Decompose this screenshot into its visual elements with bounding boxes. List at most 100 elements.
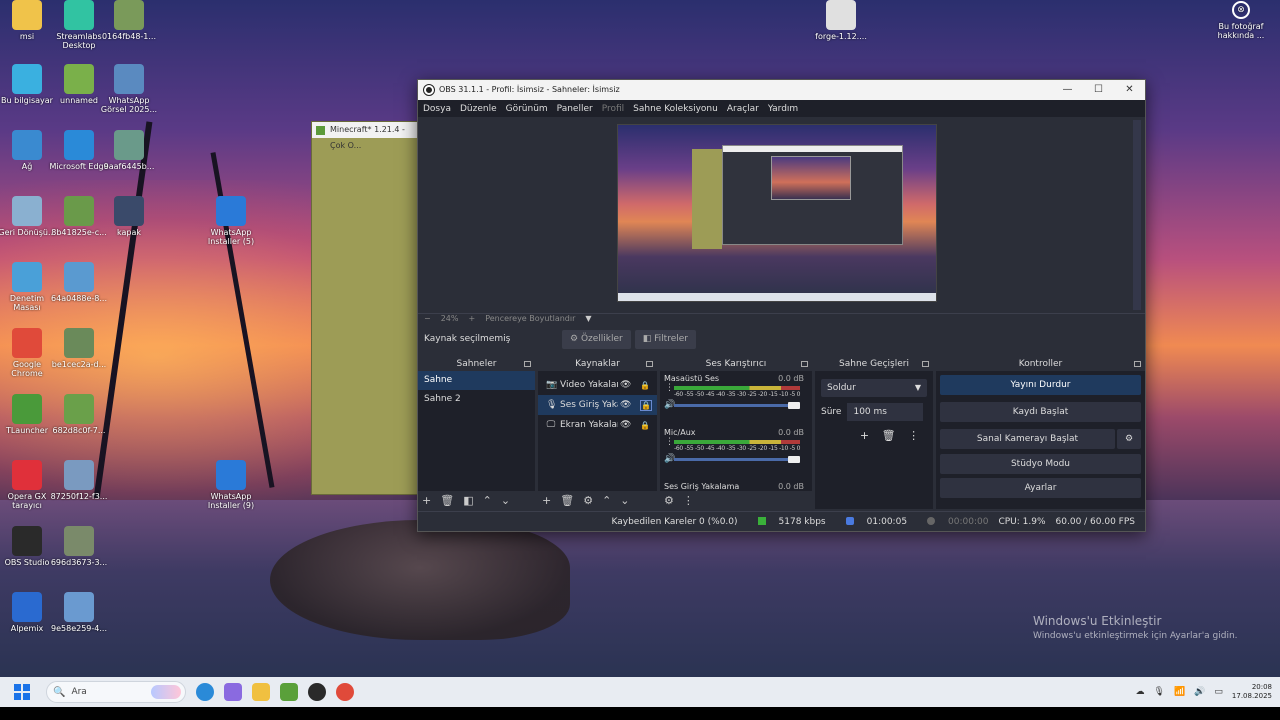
trash-icon[interactable]: 🗑: [882, 429, 896, 442]
clock[interactable]: 20:08 17.08.2025: [1232, 683, 1272, 701]
start-recording-button[interactable]: Kaydı Başlat: [940, 402, 1141, 422]
cloud-icon[interactable]: ☁: [1136, 687, 1145, 697]
add-icon[interactable]: +: [422, 494, 431, 507]
menu-view[interactable]: Görünüm: [506, 104, 548, 114]
minecraft-window[interactable]: Minecraft* 1.21.4 - Çok O...: [311, 121, 421, 495]
undock-icon[interactable]: [1134, 361, 1141, 367]
menu-edit[interactable]: Düzenle: [460, 104, 497, 114]
more-icon[interactable]: ⋮: [665, 437, 674, 447]
add-icon[interactable]: +: [860, 429, 869, 442]
filter-icon[interactable]: ◧: [463, 494, 473, 507]
source-item[interactable]: 🎙 Ses Giriş Yakal 👁 🔒: [538, 395, 657, 415]
gear-icon[interactable]: ⚙: [1117, 429, 1141, 449]
undock-icon[interactable]: [524, 361, 531, 367]
close-button[interactable]: ✕: [1114, 80, 1145, 100]
taskbar-app-chrome-icon[interactable]: [336, 683, 354, 701]
start-virtual-camera-button[interactable]: Sanal Kamerayı Başlat: [940, 429, 1115, 449]
menu-file[interactable]: Dosya: [423, 104, 451, 114]
desktop-icon[interactable]: 682d8c0f-7...: [48, 394, 110, 436]
chevron-down-icon[interactable]: ⌄: [620, 494, 629, 507]
fit-window-button[interactable]: Pencereye Boyutlandır: [485, 314, 575, 323]
scene-item[interactable]: Sahne 2: [418, 390, 535, 409]
taskbar-app-obs-icon[interactable]: [308, 683, 326, 701]
microphone-icon[interactable]: 🎙: [1154, 687, 1165, 697]
slider-knob[interactable]: [788, 402, 800, 409]
settings-button[interactable]: Ayarlar: [940, 478, 1141, 498]
taskbar-app-explorer-icon[interactable]: [252, 683, 270, 701]
battery-icon[interactable]: ▭: [1214, 687, 1223, 697]
desktop-icon[interactable]: be1cec2a-d...: [48, 328, 110, 370]
source-item[interactable]: 🖵 Ekran Yakalam 👁 🔒: [538, 415, 657, 435]
taskbar-app-copilot-icon[interactable]: [224, 683, 242, 701]
more-icon[interactable]: ⋮: [683, 494, 694, 507]
add-icon[interactable]: +: [542, 494, 551, 507]
zoom-out-button[interactable]: −: [424, 314, 431, 323]
search-box[interactable]: 🔍 Ara: [46, 681, 186, 703]
source-item[interactable]: 📷 Video Yakalam 👁 🔒: [538, 375, 657, 395]
desktop-icon[interactable]: 696d3673-3...: [48, 526, 110, 568]
filters-button[interactable]: ◧ Filtreler: [634, 329, 696, 349]
desktop-icon[interactable]: 9aaf6445b...: [98, 130, 160, 172]
taskbar-app-edge-icon[interactable]: [196, 683, 214, 701]
duration-input[interactable]: 100 ms: [847, 403, 924, 421]
maximize-button[interactable]: ☐: [1083, 80, 1114, 100]
record-time: 00:00:00: [948, 516, 989, 527]
start-button[interactable]: [14, 684, 30, 700]
obs-titlebar[interactable]: OBS 31.1.1 - Profil: İsimsiz - Sahneler:…: [418, 80, 1145, 100]
lock-icon[interactable]: 🔒: [640, 399, 652, 411]
menu-scene-collection[interactable]: Sahne Koleksiyonu: [633, 104, 718, 114]
desktop-icon[interactable]: WhatsApp Installer (9): [200, 460, 262, 511]
desktop-icon[interactable]: WhatsApp Görsel 2025...: [98, 64, 160, 115]
mixer-settings-icon[interactable]: ⚙: [664, 494, 674, 507]
desktop-icon[interactable]: 0164fb48-1...: [98, 0, 160, 42]
volume-slider[interactable]: [674, 402, 800, 409]
zoom-in-button[interactable]: +: [468, 314, 475, 323]
gear-icon[interactable]: ⚙: [583, 494, 593, 507]
eye-icon[interactable]: 👁: [620, 380, 631, 390]
obs-window[interactable]: OBS 31.1.1 - Profil: İsimsiz - Sahneler:…: [417, 79, 1146, 532]
channel-db: 0.0 dB: [778, 428, 804, 437]
scene-item[interactable]: Sahne: [418, 371, 535, 390]
undock-icon[interactable]: [646, 361, 653, 367]
photo-info[interactable]: ⊗ Bu fotoğraf hakkında ...: [1211, 1, 1271, 41]
properties-button[interactable]: ⚙ Özellikler: [562, 329, 631, 349]
preview-area[interactable]: [418, 117, 1145, 313]
minecraft-titlebar[interactable]: Minecraft* 1.21.4 - Çok O...: [312, 122, 420, 150]
eye-icon[interactable]: 👁: [620, 420, 631, 430]
lock-icon[interactable]: 🔒: [640, 421, 650, 430]
slider-knob[interactable]: [788, 456, 800, 463]
trash-icon[interactable]: 🗑: [440, 494, 454, 507]
desktop-icon[interactable]: 9e58e259-4...: [48, 592, 110, 634]
minimize-button[interactable]: —: [1052, 80, 1083, 100]
taskbar-app-minecraft-icon[interactable]: [280, 683, 298, 701]
chevron-down-icon[interactable]: ⌄: [501, 494, 510, 507]
volume-slider[interactable]: [674, 456, 800, 463]
menu-profile[interactable]: Profil: [602, 104, 624, 114]
more-icon[interactable]: ⋮: [665, 383, 674, 393]
chevron-down-icon[interactable]: ▼: [585, 314, 591, 323]
desktop-icon[interactable]: WhatsApp Installer (5): [200, 196, 262, 247]
wifi-icon[interactable]: 📶: [1174, 687, 1185, 697]
menu-help[interactable]: Yardım: [768, 104, 798, 114]
more-icon[interactable]: ⋮: [908, 429, 919, 442]
desktop-icon[interactable]: 64a0488e-8...: [48, 262, 110, 304]
chevron-up-icon[interactable]: ⌃: [602, 494, 611, 507]
menu-docks[interactable]: Paneller: [557, 104, 593, 114]
undock-icon[interactable]: [922, 361, 929, 367]
desktop-icon[interactable]: kapak: [98, 196, 160, 238]
undock-icon[interactable]: [801, 361, 808, 367]
stop-streaming-button[interactable]: Yayını Durdur: [940, 375, 1141, 395]
desktop-icon[interactable]: forge-1.12....: [810, 0, 872, 42]
source-name: Video Yakalam: [560, 380, 618, 390]
studio-mode-button[interactable]: Stüdyo Modu: [940, 454, 1141, 474]
desktop-icon[interactable]: 87250f12-f3...: [48, 460, 110, 502]
transition-select[interactable]: Soldur ▼: [821, 379, 927, 397]
lock-icon[interactable]: 🔒: [640, 381, 650, 390]
preview-scrollbar[interactable]: [1133, 120, 1141, 310]
preview-minecraft: [692, 149, 722, 249]
chevron-up-icon[interactable]: ⌃: [483, 494, 492, 507]
menu-tools[interactable]: Araçlar: [727, 104, 759, 114]
speaker-icon[interactable]: 🔊: [1194, 687, 1205, 697]
eye-icon[interactable]: 👁: [620, 400, 631, 410]
trash-icon[interactable]: 🗑: [560, 494, 574, 507]
